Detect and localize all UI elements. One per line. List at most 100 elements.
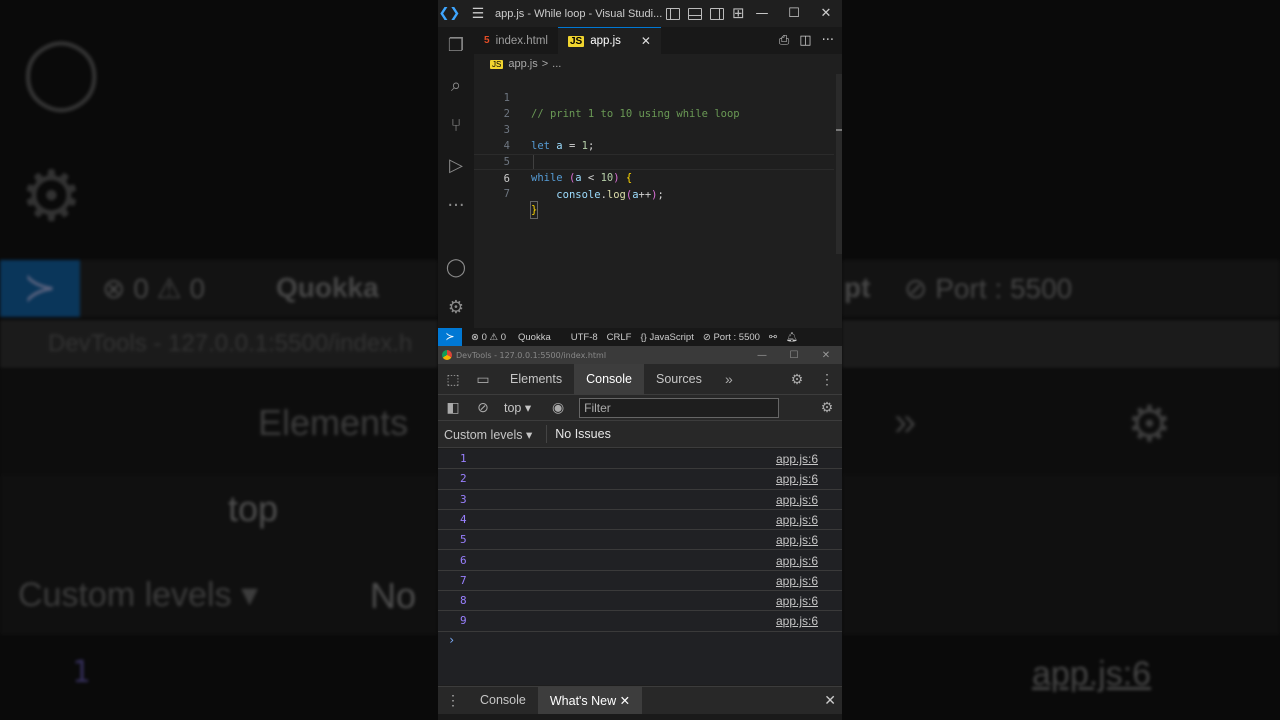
- console-settings-gear-icon[interactable]: ⚙: [812, 399, 842, 416]
- more-options-icon[interactable]: ⋮: [812, 371, 842, 388]
- encoding-status[interactable]: UTF-8: [571, 332, 598, 343]
- close-icon[interactable]: ✕: [810, 350, 842, 361]
- run-debug-icon[interactable]: ▷: [438, 147, 474, 183]
- main-column: ❮❯ ☰ app.js - While loop - Visual Studi.…: [438, 0, 842, 720]
- settings-gear-icon[interactable]: ⚙: [438, 289, 474, 325]
- custom-levels-dropdown[interactable]: Custom levels ▾: [444, 427, 532, 442]
- console-source-link[interactable]: app.js:6: [776, 614, 818, 628]
- settings-gear-icon[interactable]: ⚙: [782, 371, 812, 388]
- minimize-icon[interactable]: —: [746, 350, 778, 361]
- tab-app-js[interactable]: JS app.js ✕: [557, 27, 661, 54]
- print-icon[interactable]: ⎙: [779, 33, 789, 48]
- tab-console[interactable]: Console: [574, 363, 644, 395]
- editor-scrollbar[interactable]: [836, 74, 842, 254]
- problems-status[interactable]: ⊗ 0 ⚠ 0: [471, 332, 506, 343]
- console-source-link[interactable]: app.js:6: [776, 472, 818, 486]
- toggle-sidebar-icon[interactable]: [666, 7, 680, 20]
- breadcrumb-file[interactable]: app.js: [508, 58, 537, 70]
- code-line: 3 let a = 1;: [474, 106, 834, 152]
- tab-elements[interactable]: Elements: [498, 364, 574, 395]
- console-message: 8 app.js:6: [438, 591, 842, 612]
- breadcrumb-rest[interactable]: ...: [552, 58, 561, 70]
- console-value: 1: [460, 452, 467, 465]
- device-toolbar-icon[interactable]: ▭: [468, 371, 498, 388]
- editor-actions: ⎙ ◫ ···: [779, 27, 842, 54]
- filter-input[interactable]: Filter: [579, 397, 780, 418]
- inspect-element-icon[interactable]: ⬚: [438, 371, 468, 388]
- close-tab-icon[interactable]: ✕: [620, 694, 630, 708]
- console-source-link[interactable]: app.js:6: [776, 513, 818, 527]
- hamburger-menu-icon[interactable]: ☰: [461, 6, 495, 22]
- console-value: 7: [460, 573, 467, 587]
- console-source-link[interactable]: app.js:6: [776, 533, 818, 547]
- vscode-titlebar: ❮❯ ☰ app.js - While loop - Visual Studi.…: [438, 0, 842, 27]
- account-icon: ◯: [22, 32, 101, 110]
- layout-controls: [666, 4, 746, 22]
- console-message: 5 app.js:6: [438, 530, 842, 551]
- close-icon[interactable]: ✕: [810, 6, 842, 21]
- minimize-icon[interactable]: —: [746, 6, 778, 21]
- source-control-icon[interactable]: ⑂: [438, 107, 474, 143]
- bg-devtools-title-right: [842, 320, 1280, 368]
- sidebar-toggle-icon[interactable]: ◧: [438, 399, 468, 416]
- bg-chevrons-icon: »: [894, 400, 917, 444]
- console-source-link[interactable]: app.js:6: [776, 554, 818, 568]
- split-editor-icon[interactable]: ◫: [799, 33, 811, 48]
- console-value: 3: [460, 492, 467, 506]
- console-value: 9: [460, 614, 467, 628]
- tab-index-html[interactable]: 5 index.html: [474, 27, 558, 54]
- console-output[interactable]: 1 app.js:6 2 app.js:6 3 app.js:6 4 app.j…: [438, 449, 842, 685]
- issues-button[interactable]: No Issues: [546, 425, 619, 443]
- console-message: 2 app.js:6: [438, 469, 842, 490]
- drawer-menu-icon[interactable]: ⋮: [438, 692, 468, 709]
- remote-indicator-icon[interactable]: ≻: [438, 328, 462, 346]
- more-actions-icon[interactable]: ···: [822, 33, 834, 48]
- notifications-bell-icon[interactable]: 🔔︎: [786, 332, 798, 343]
- maximize-icon[interactable]: ☐: [778, 350, 810, 361]
- bg-row-value: 1: [72, 655, 91, 690]
- live-expression-eye-icon[interactable]: ◉: [543, 399, 573, 416]
- context-selector[interactable]: top ▾: [504, 400, 531, 415]
- live-share-icon[interactable]: ⚯: [769, 332, 777, 343]
- bg-row-source: app.js:6: [1032, 655, 1152, 693]
- code-editor[interactable]: 1 // print 1 to 10 using while loop 2 3 …: [474, 74, 842, 328]
- quokka-status[interactable]: Quokka: [518, 332, 551, 343]
- chrome-logo-icon: [442, 350, 452, 360]
- background-right-blurred: pt ⊘ Port : 5500 » ⚙ app.js:6: [842, 0, 1280, 720]
- console-source-link[interactable]: app.js:6: [776, 594, 818, 608]
- devtools-drawer: ⋮ Console What's New ✕ ✕: [438, 685, 842, 716]
- search-icon[interactable]: ⌕: [438, 67, 474, 103]
- account-icon[interactable]: ◯: [438, 249, 474, 285]
- eol-status[interactable]: CRLF: [607, 332, 632, 343]
- toggle-secondary-sidebar-icon[interactable]: [710, 7, 724, 20]
- gear-icon: ⚙: [20, 157, 83, 235]
- toggle-panel-icon[interactable]: [688, 7, 702, 20]
- console-message: 3 app.js:6: [438, 490, 842, 510]
- explorer-icon[interactable]: ❐: [438, 27, 474, 63]
- tab-label: app.js: [590, 35, 621, 47]
- clear-console-icon[interactable]: ⊘: [468, 399, 498, 416]
- port-status[interactable]: ⊘ Port : 5500: [703, 332, 760, 343]
- code-line: 1 // print 1 to 10 using while loop: [474, 74, 834, 120]
- drawer-tab-console[interactable]: Console: [468, 685, 538, 716]
- activity-bar: ❐ ⌕ ⑂ ▷ ··· ◯ ⚙: [438, 27, 474, 328]
- devtools-panel-tabs: ⬚ ▭ Elements Console Sources » ⚙ ⋮: [438, 363, 842, 395]
- more-icon[interactable]: ···: [438, 187, 474, 223]
- line-number: 7: [503, 188, 510, 200]
- console-source-link[interactable]: app.js:6: [776, 493, 818, 507]
- more-tabs-chevron-icon[interactable]: »: [714, 371, 744, 387]
- tab-close-icon[interactable]: ✕: [641, 34, 651, 48]
- drawer-tab-whats-new[interactable]: What's New ✕: [537, 686, 643, 715]
- maximize-icon[interactable]: ☐: [778, 6, 810, 21]
- bg-port: ⊘ Port : 5500: [904, 273, 1073, 304]
- console-prompt[interactable]: ›: [448, 633, 455, 647]
- console-source-link[interactable]: app.js:6: [776, 574, 818, 588]
- close-drawer-icon[interactable]: ✕: [824, 692, 842, 709]
- tab-sources[interactable]: Sources: [644, 364, 714, 395]
- console-source-link[interactable]: app.js:6: [776, 452, 818, 466]
- bg-custom-levels: Custom levels ▾: [18, 576, 259, 614]
- code-line: 2: [474, 90, 834, 120]
- customize-layout-icon[interactable]: [732, 4, 746, 22]
- code-line: 5 while (a < 10) {: [474, 138, 834, 184]
- language-status[interactable]: {} JavaScript: [640, 332, 693, 343]
